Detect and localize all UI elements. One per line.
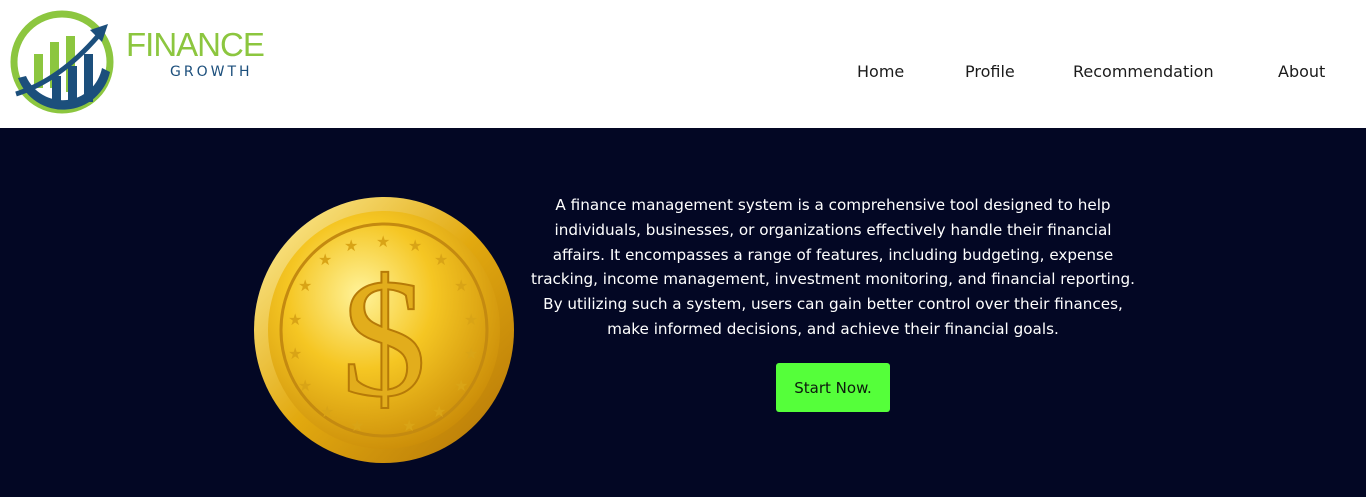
- svg-text:★: ★: [434, 250, 448, 269]
- svg-text:★: ★: [298, 376, 312, 395]
- svg-text:★: ★: [464, 344, 478, 363]
- hero-description: A finance management system is a compreh…: [531, 196, 1135, 338]
- gold-dollar-coin-icon: ★ ★★ ★★ ★★ ★★ ★★ ★★ ★★ ★★ $: [254, 197, 514, 463]
- svg-text:★: ★: [320, 402, 334, 421]
- brand-name-bottom: GROWTH: [170, 64, 253, 80]
- nav-about-link[interactable]: About: [1278, 61, 1325, 83]
- nav-profile-link[interactable]: Profile: [965, 61, 1015, 83]
- svg-text:★: ★: [464, 310, 478, 329]
- svg-text:★: ★: [298, 276, 312, 295]
- nav-recommendation-link[interactable]: Recommendation: [1073, 61, 1214, 83]
- svg-text:$: $: [342, 244, 427, 432]
- growth-chart-logo-icon: [10, 10, 114, 114]
- svg-text:★: ★: [454, 276, 468, 295]
- svg-text:★: ★: [318, 250, 332, 269]
- nav-home-link[interactable]: Home: [857, 61, 904, 83]
- brand-name-top: FINANCE: [126, 26, 265, 63]
- svg-text:★: ★: [288, 310, 302, 329]
- svg-text:★: ★: [288, 344, 302, 363]
- svg-text:★: ★: [432, 402, 446, 421]
- svg-text:★: ★: [454, 376, 468, 395]
- start-now-button[interactable]: Start Now.: [776, 363, 890, 412]
- site-header: FINANCE GROWTH Home Profile Recommendati…: [0, 0, 1366, 128]
- brand-logo[interactable]: FINANCE GROWTH: [10, 2, 270, 122]
- hero-section: ★ ★ ★ ★ ★ ★ ★ ★ ★ ★ ★ ★ ★ ★ ★ ★ ★ $ A finance man…: [0, 128, 1366, 497]
